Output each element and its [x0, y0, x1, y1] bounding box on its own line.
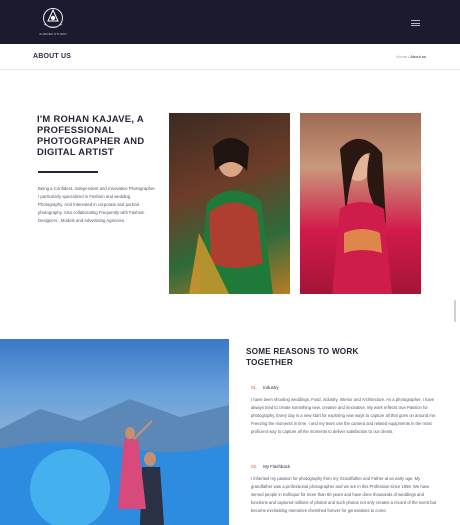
reason-title-text: Industry — [263, 385, 279, 390]
reason-title-flashback: 02. My Flashback — [251, 464, 290, 469]
intro-paragraph: Being a Confident, Independent and Innov… — [38, 186, 156, 223]
page: AURORA STUDIO ABOUT US Home / About us I… — [0, 0, 460, 525]
reason-paragraph-flashback: I inherited my passion for photography f… — [251, 476, 437, 513]
portrait-photo-red-dress — [300, 113, 421, 294]
site-header: AURORA STUDIO — [0, 0, 460, 44]
scrollbar-thumb[interactable] — [454, 300, 456, 322]
heading-underline — [38, 171, 98, 173]
intro-heading: I'M ROHAN KAJAVE, A PROFESSIONAL PHOTOGR… — [37, 113, 145, 157]
reason-title-industry: 01. Industry — [251, 385, 279, 390]
breadcrumb-current: About us — [410, 54, 426, 59]
page-title: ABOUT US — [33, 53, 72, 60]
portrait-photo-green-saree — [169, 113, 290, 294]
reason-paragraph-industry: I have been shooting weddings, Food, ind… — [251, 397, 437, 434]
hamburger-menu-icon[interactable] — [411, 20, 420, 26]
reason-number: 01. — [251, 385, 258, 390]
reason-number: 02. — [251, 464, 258, 469]
breadcrumb-home-link[interactable]: Home — [396, 54, 407, 59]
couple-photo-mountains — [0, 339, 229, 525]
reasons-heading: SOME REASONS TO WORK TOGETHER — [246, 347, 359, 367]
logo-text: AURORA STUDIO — [39, 32, 67, 36]
breadcrumb: Home / About us — [396, 54, 426, 59]
reason-title-text: My Flashback — [263, 464, 291, 469]
page-title-bar: ABOUT US Home / About us — [0, 44, 460, 70]
